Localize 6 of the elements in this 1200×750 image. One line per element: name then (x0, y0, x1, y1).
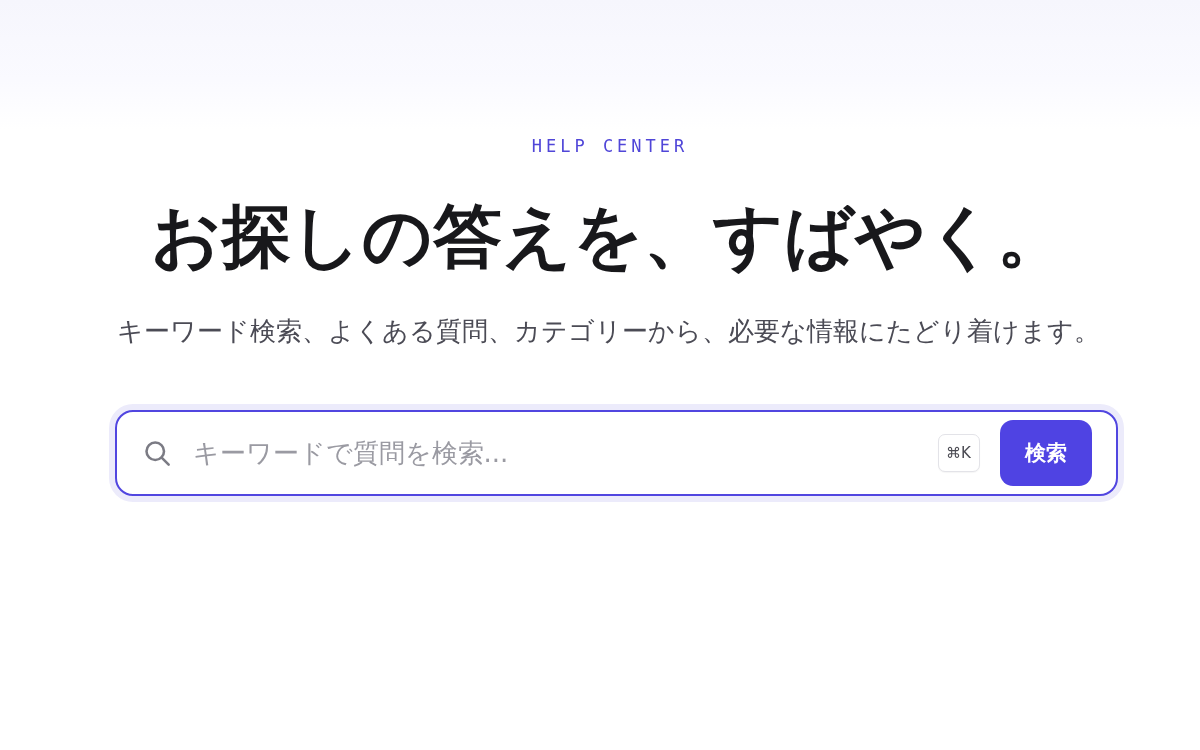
eyebrow-label: HELP CENTER (531, 135, 689, 158)
search-button[interactable]: 検索 (999, 420, 1092, 486)
page-heading: お探しの答えを、すばやく。 (150, 195, 1066, 278)
page-subheading: キーワード検索、よくある質問、カテゴリーから、必要な情報にたどり着けます。 (116, 315, 1100, 348)
search-icon (142, 439, 171, 467)
shortcut-key: ⌘K (937, 434, 980, 472)
